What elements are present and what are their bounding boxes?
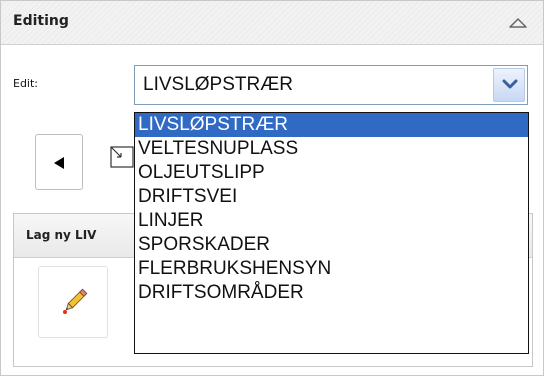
dropdown-option[interactable]: DRIFTSVEI	[135, 185, 528, 209]
chevron-up-icon	[509, 18, 527, 28]
select-rectangle-icon	[110, 146, 134, 168]
editing-widget: Editing Edit: LIVSLØPSTRÆR Lag ny LIV LI…	[0, 0, 547, 378]
dropdown-option[interactable]: VELTESNUPLASS	[135, 137, 528, 161]
pencil-icon	[63, 288, 88, 314]
dropdown-option[interactable]: FLERBRUKSHENSYN	[135, 257, 528, 281]
chevron-down-icon	[502, 79, 518, 89]
create-feature-button[interactable]	[38, 266, 108, 338]
edit-label: Edit:	[13, 77, 39, 90]
edit-layer-select[interactable]: LIVSLØPSTRÆR	[134, 65, 528, 105]
dropdown-option[interactable]: LIVSLØPSTRÆR	[135, 113, 528, 137]
select-by-rectangle-button[interactable]	[107, 143, 137, 173]
cursor-arrow-icon	[54, 157, 64, 169]
dropdown-option[interactable]: LINJER	[135, 209, 528, 233]
edit-layer-options-list: LIVSLØPSTRÆR VELTESNUPLASS OLJEUTSLIPP DRIF…	[134, 112, 529, 354]
panel-title: Editing	[13, 13, 69, 29]
create-panel-title: Lag ny LIV	[26, 228, 97, 242]
collapse-button[interactable]	[507, 13, 529, 33]
select-tool-button[interactable]	[35, 134, 83, 190]
dropdown-option[interactable]: OLJEUTSLIPP	[135, 161, 528, 185]
dropdown-option[interactable]: SPORSKADER	[135, 233, 528, 257]
panel-header: Editing	[1, 1, 543, 45]
dropdown-option[interactable]: DRIFTSOMRÅDER	[135, 281, 528, 305]
editing-panel: Editing Edit: LIVSLØPSTRÆR Lag ny LIV LI…	[0, 0, 544, 376]
dropdown-arrow-button[interactable]	[493, 68, 525, 102]
select-value: LIVSLØPSTRÆR	[143, 74, 293, 95]
